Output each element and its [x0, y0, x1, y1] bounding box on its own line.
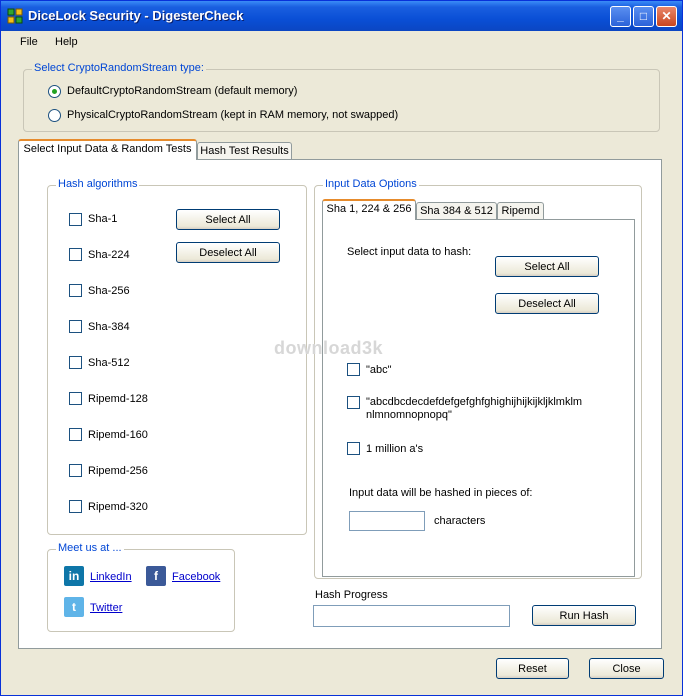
- hash-progress-label: Hash Progress: [315, 589, 388, 601]
- close-window-button[interactable]: ✕: [656, 6, 677, 27]
- hash-deselect-all-button[interactable]: Deselect All: [176, 242, 280, 263]
- hash-algorithms-label: Hash algorithms: [56, 178, 140, 190]
- ripemd256-checkbox[interactable]: [69, 464, 82, 477]
- sha224-label: Sha-224: [88, 249, 130, 261]
- sha512-label: Sha-512: [88, 357, 130, 369]
- stream-type-group: Select CryptoRandomStream type:: [23, 62, 660, 132]
- sha384-label: Sha-384: [88, 321, 130, 333]
- input-select-all-button[interactable]: Select All: [495, 256, 599, 277]
- tab-input-data[interactable]: Select Input Data & Random Tests: [18, 139, 197, 160]
- tab-sha-1-224-256[interactable]: Sha 1, 224 & 256: [322, 199, 416, 220]
- hash-algorithms-group: Hash algorithms: [47, 178, 307, 535]
- ripemd128-checkbox[interactable]: [69, 392, 82, 405]
- run-hash-button[interactable]: Run Hash: [532, 605, 636, 626]
- long-string-label: "abcdbcdecdefdefgefghfghighijhijkijkljkl…: [366, 396, 583, 421]
- app-window: DiceLock Security - DigesterCheck _ □ ✕ …: [0, 0, 683, 696]
- million-a-label: 1 million a's: [366, 443, 424, 455]
- sha224-checkbox[interactable]: [69, 248, 82, 261]
- dicelock-app-icon: [7, 8, 23, 24]
- input-deselect-all-button[interactable]: Deselect All: [495, 293, 599, 314]
- menu-bar: File Help: [1, 31, 682, 53]
- tab-ripemd[interactable]: Ripemd: [497, 202, 544, 219]
- ripemd320-label: Ripemd-320: [88, 501, 148, 513]
- ripemd160-label: Ripemd-160: [88, 429, 148, 441]
- characters-label: characters: [434, 515, 486, 527]
- facebook-link[interactable]: Facebook: [172, 571, 220, 583]
- menu-help[interactable]: Help: [55, 36, 78, 48]
- tab-hash-results[interactable]: Hash Test Results: [197, 142, 292, 159]
- facebook-icon[interactable]: f: [146, 566, 166, 586]
- sha384-checkbox[interactable]: [69, 320, 82, 333]
- stream-type-label: Select CryptoRandomStream type:: [32, 62, 206, 74]
- meet-us-group: Meet us at ...: [47, 542, 235, 632]
- linkedin-icon[interactable]: in: [64, 566, 84, 586]
- minimize-button[interactable]: _: [610, 6, 631, 27]
- default-stream-radio[interactable]: [48, 85, 61, 98]
- twitter-icon[interactable]: t: [64, 597, 84, 617]
- linkedin-link[interactable]: LinkedIn: [90, 571, 132, 583]
- sha1-label: Sha-1: [88, 213, 118, 225]
- hash-progress-bar: [313, 605, 510, 627]
- hash-select-all-button[interactable]: Select All: [176, 209, 280, 230]
- physical-stream-label[interactable]: PhysicalCryptoRandomStream (kept in RAM …: [67, 109, 398, 121]
- abc-checkbox[interactable]: [347, 363, 360, 376]
- ripemd256-label: Ripemd-256: [88, 465, 148, 477]
- close-button[interactable]: Close: [589, 658, 664, 679]
- sha256-label: Sha-256: [88, 285, 130, 297]
- ripemd128-label: Ripemd-128: [88, 393, 148, 405]
- abc-label: "abc": [366, 364, 392, 376]
- long-string-label-box: "abcdbcdecdefdefgefghfghighijhijkijkljkl…: [366, 394, 588, 435]
- title-bar[interactable]: DiceLock Security - DigesterCheck _ □ ✕: [1, 1, 682, 31]
- sha256-checkbox[interactable]: [69, 284, 82, 297]
- pieces-input[interactable]: [349, 511, 425, 531]
- tab-sha-384-512[interactable]: Sha 384 & 512: [416, 202, 497, 219]
- sha1-checkbox[interactable]: [69, 213, 82, 226]
- menu-file[interactable]: File: [20, 36, 38, 48]
- ripemd160-checkbox[interactable]: [69, 428, 82, 441]
- input-data-options-label: Input Data Options: [323, 178, 419, 190]
- pieces-label: Input data will be hashed in pieces of:: [349, 487, 533, 499]
- default-stream-label[interactable]: DefaultCryptoRandomStream (default memor…: [67, 85, 297, 97]
- maximize-button[interactable]: □: [633, 6, 654, 27]
- physical-stream-radio[interactable]: [48, 109, 61, 122]
- download3k-watermark: download3k: [274, 338, 384, 358]
- ripemd320-checkbox[interactable]: [69, 500, 82, 513]
- meet-us-label: Meet us at ...: [56, 542, 124, 554]
- twitter-link[interactable]: Twitter: [90, 602, 122, 614]
- sha512-checkbox[interactable]: [69, 356, 82, 369]
- million-a-checkbox[interactable]: [347, 442, 360, 455]
- window-title: DiceLock Security - DigesterCheck: [28, 8, 244, 23]
- long-string-checkbox[interactable]: [347, 396, 360, 409]
- reset-button[interactable]: Reset: [496, 658, 569, 679]
- select-input-prompt: Select input data to hash:: [347, 246, 472, 258]
